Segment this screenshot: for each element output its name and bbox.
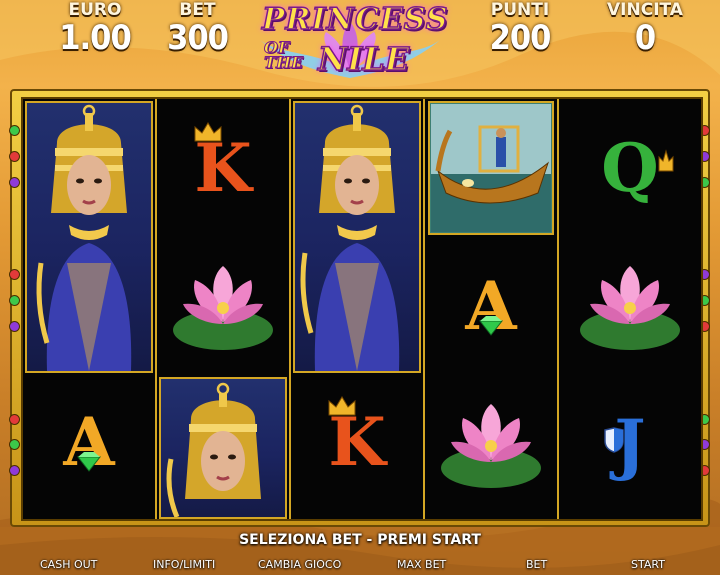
king-letter: K (328, 403, 386, 481)
logo-line-princess: PRINCESS (261, 1, 449, 38)
punti-label: PUNTI (490, 0, 550, 20)
punti-display: PUNTI 200 (470, 0, 570, 56)
logo-word-the: THE (263, 53, 304, 72)
left-gem-icon (9, 177, 20, 188)
princess-icon (166, 382, 261, 517)
max-bet-button[interactable]: MAX BET (397, 558, 446, 571)
emerald-icon (478, 316, 504, 336)
vincita-label: VINCITA (607, 0, 683, 20)
logo-line-of-the: OF THE (263, 39, 304, 72)
lotus-symbol (425, 375, 557, 513)
start-button[interactable]: START (631, 558, 665, 571)
reel-2: K (157, 99, 291, 519)
ace-symbol: A (425, 237, 557, 375)
left-gem-icon (9, 321, 20, 332)
cash-out-button[interactable]: CASH OUT (40, 558, 97, 571)
queen-symbol: Q (559, 99, 701, 237)
left-gem-icon (9, 151, 20, 162)
jack-symbol: J (559, 375, 701, 513)
left-gem-icon (9, 125, 20, 136)
lotus-icon (173, 266, 273, 350)
vincita-display: VINCITA 0 (590, 0, 700, 56)
crown-icon (194, 122, 222, 142)
info-limiti-button[interactable]: INFO/LIMITI (153, 558, 215, 571)
queen-letter: Q (601, 129, 659, 207)
euro-display: EURO 1.00 (40, 0, 150, 56)
reel-1: A (23, 99, 157, 519)
small-crown-icon (658, 149, 674, 172)
bet-value: 300 (167, 18, 229, 58)
lotus-symbol (559, 237, 701, 375)
king-symbol: K (291, 373, 423, 511)
king-letter: K (194, 129, 252, 207)
princess-symbol (293, 101, 421, 373)
euro-label: EURO (68, 0, 122, 20)
emerald-icon (76, 452, 102, 472)
ace-symbol: A (23, 373, 155, 511)
left-gem-icon (9, 465, 20, 476)
king-symbol: K (157, 99, 289, 237)
lotus-icon (441, 404, 541, 488)
boat-symbol (425, 99, 557, 237)
reels-window: A K K A Q J (21, 97, 703, 521)
punti-value: 200 (489, 18, 552, 58)
left-gem-icon (9, 414, 20, 425)
bet-display: BET 300 (150, 0, 245, 56)
logo-line-nile: NILE (317, 39, 410, 79)
vincita-value: 0 (634, 18, 656, 58)
reel-5: Q J (559, 99, 701, 519)
reel-frame: A K K A Q J (9, 89, 710, 527)
status-message: SELEZIONA BET - PREMI START (239, 532, 481, 548)
princess-icon (36, 104, 132, 371)
reel-4: A (425, 99, 559, 519)
bet-label: BET (179, 0, 216, 20)
lotus-symbol (157, 237, 289, 375)
princess-symbol (25, 101, 153, 373)
reel-3: K (291, 99, 425, 519)
princess-symbol (159, 377, 287, 519)
bet-button[interactable]: BET (526, 558, 547, 571)
shield-icon (604, 427, 624, 453)
boat-icon (428, 101, 554, 235)
crown-icon (328, 396, 356, 416)
game-logo: PRINCESS OF THE NILE (250, 0, 450, 86)
left-gem-icon (9, 295, 20, 306)
euro-value: 1.00 (59, 18, 131, 58)
cambia-gioco-button[interactable]: CAMBIA GIOCO (258, 558, 341, 571)
left-gem-icon (9, 439, 20, 450)
lotus-icon (580, 266, 680, 350)
princess-icon (300, 104, 400, 371)
left-gem-icon (9, 269, 20, 280)
